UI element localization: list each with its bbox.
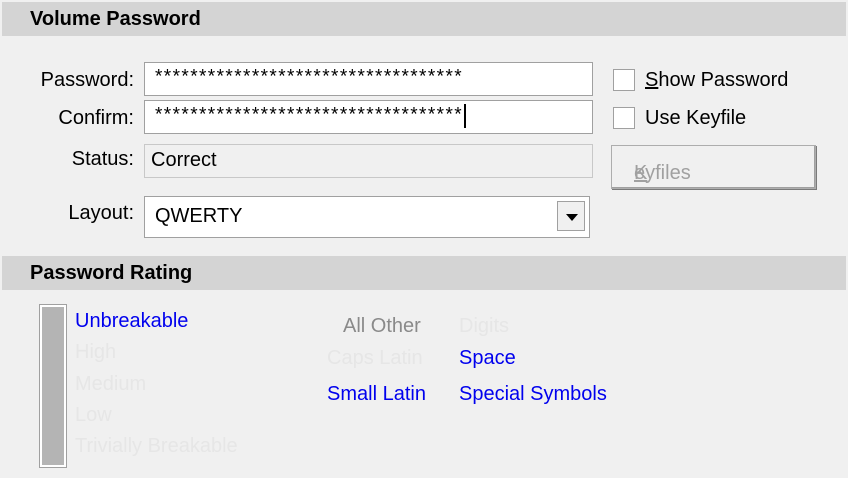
layout-label: Layout: — [68, 202, 134, 224]
password-input[interactable]: *********************************** — [144, 62, 593, 96]
category-all-other: All Other — [343, 315, 421, 337]
confirm-label: Confirm: — [58, 107, 134, 129]
confirm-input[interactable]: *********************************** — [144, 100, 593, 134]
password-rating-header: Password Rating — [2, 256, 846, 290]
layout-value: QWERTY — [155, 205, 243, 227]
confirm-value: *********************************** — [153, 105, 464, 127]
category-space: Space — [459, 347, 516, 369]
rating-high: High — [75, 341, 117, 363]
show-password-text: how Password — [658, 69, 789, 91]
show-password-accel: S — [645, 69, 659, 91]
password-value: *********************************** — [153, 67, 464, 89]
status-value: Correct — [151, 149, 217, 171]
status-field: Correct — [144, 144, 593, 178]
show-password-checkbox[interactable] — [613, 69, 635, 91]
category-caps-latin: Caps Latin — [327, 347, 423, 369]
strength-meter — [39, 304, 67, 468]
rating-low: Low — [75, 404, 112, 426]
show-password-label[interactable]: Show Password — [645, 69, 788, 92]
status-label: Status: — [71, 148, 134, 170]
category-small-latin: Small Latin — [327, 383, 426, 405]
text-caret — [464, 103, 467, 128]
category-special-symbols: Special Symbols — [459, 383, 607, 405]
layout-select[interactable]: QWERTY — [144, 196, 590, 238]
keyfiles-button[interactable]: Keyfiles — [611, 145, 816, 189]
category-digits: Digits — [459, 315, 510, 337]
use-keyfile-checkbox[interactable] — [613, 107, 635, 129]
use-keyfile-label[interactable]: Use Keyfile — [645, 107, 746, 130]
rating-unbreakable: Unbreakable — [75, 310, 189, 332]
chevron-down-icon[interactable] — [557, 201, 585, 231]
rating-medium: Medium — [75, 373, 147, 395]
keyfiles-text: eyfiles — [634, 162, 691, 184]
password-label: Password: — [40, 69, 134, 91]
rating-trivially-breakable: Trivially Breakable — [75, 435, 238, 457]
volume-password-header: Volume Password — [2, 2, 846, 36]
